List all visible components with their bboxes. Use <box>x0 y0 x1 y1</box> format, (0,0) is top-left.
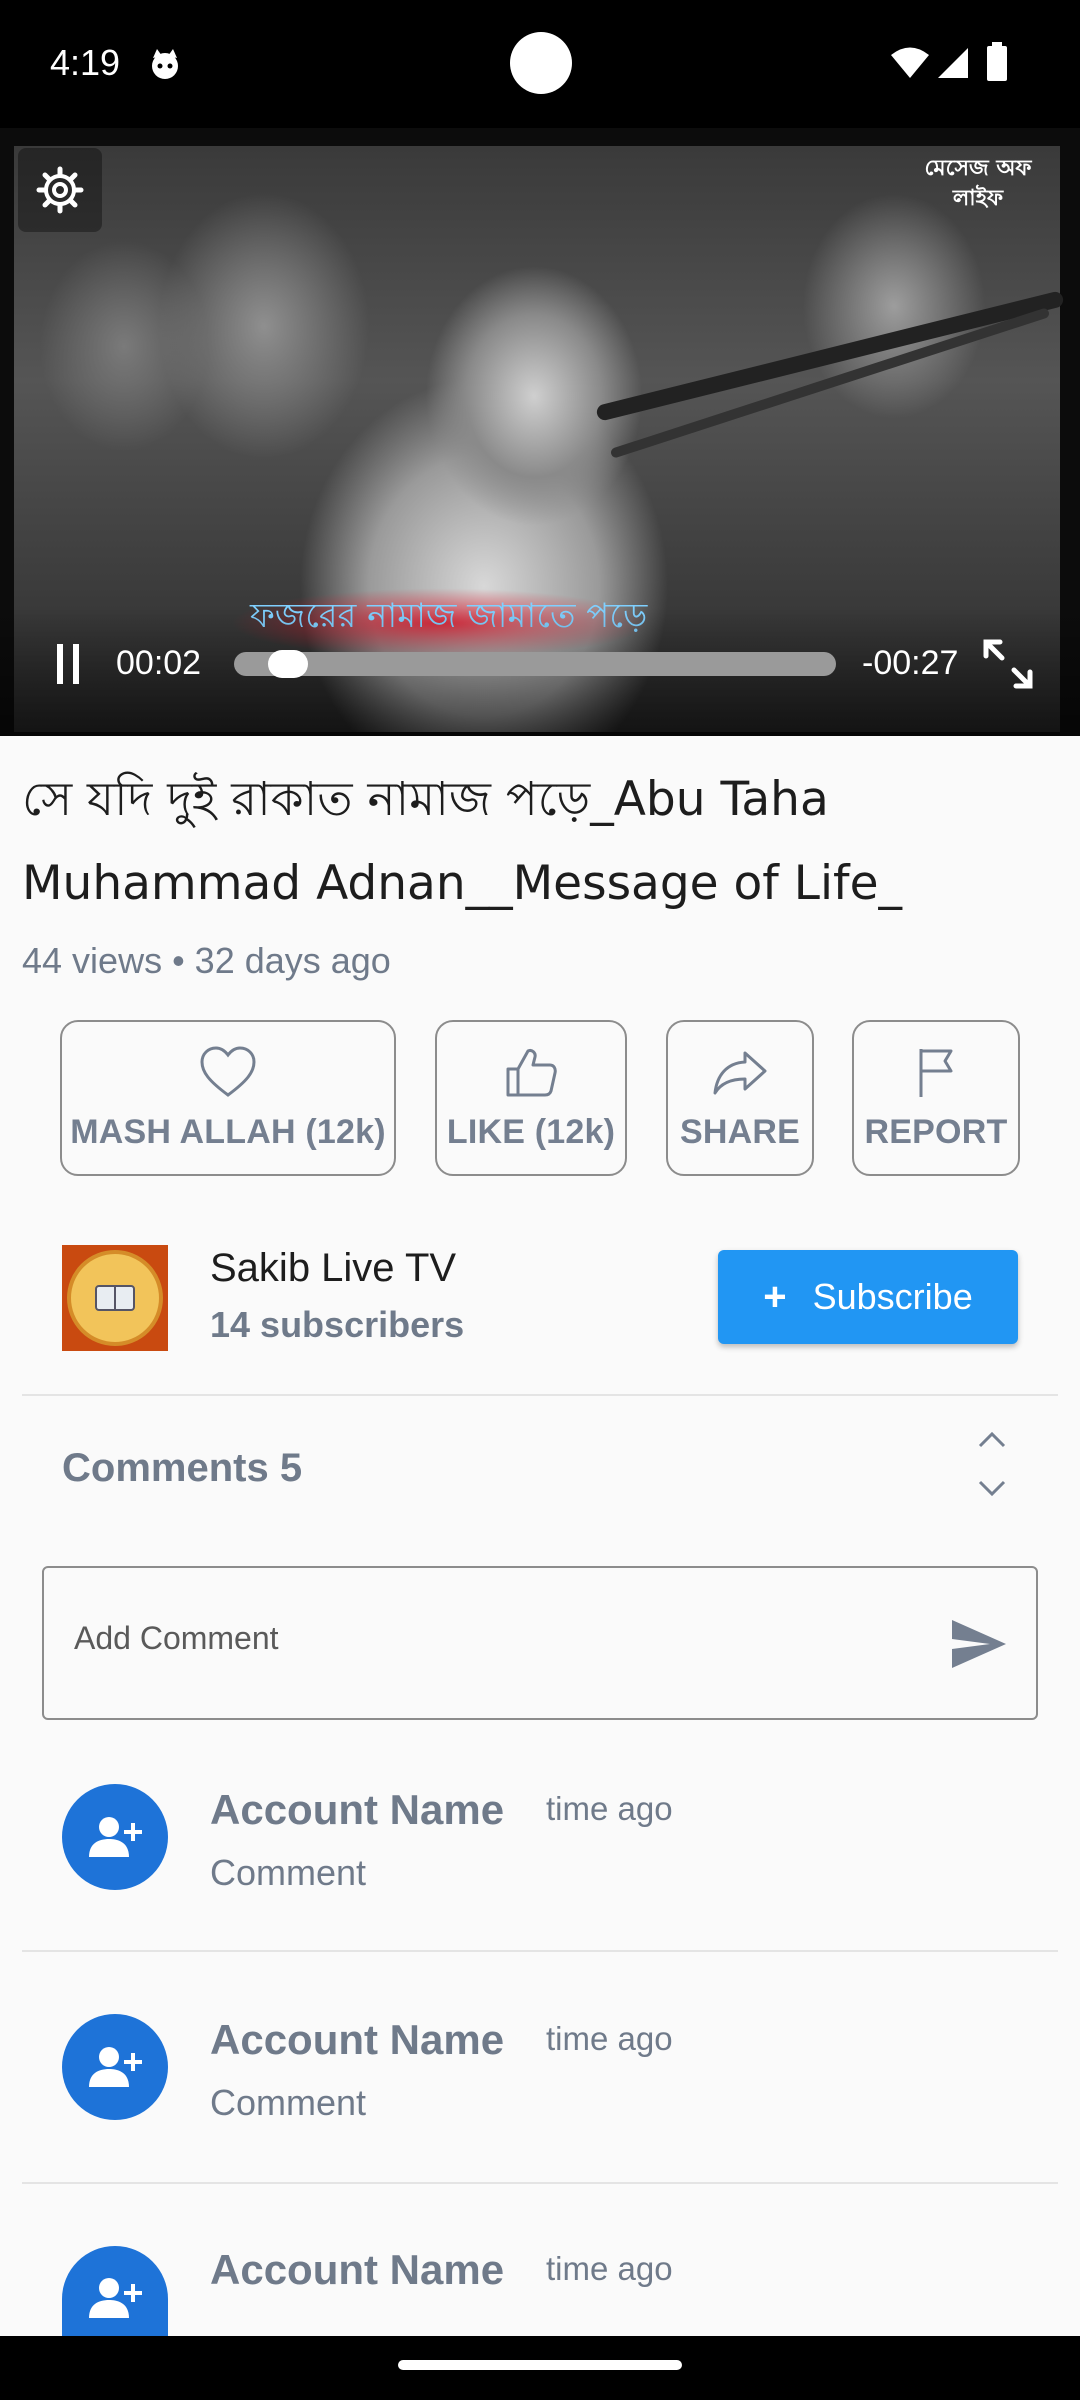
home-gesture-handle[interactable] <box>398 2360 682 2370</box>
camera-cutout <box>510 32 572 94</box>
current-time: 00:02 <box>116 644 202 682</box>
comment-account-name[interactable]: Account Name <box>210 1786 504 1834</box>
mash-allah-label: MASH ALLAH (12k) <box>70 1112 386 1151</box>
chevron-down-icon[interactable] <box>972 1474 1012 1504</box>
like-button[interactable]: LIKE (12k) <box>435 1020 627 1176</box>
mash-allah-button[interactable]: MASH ALLAH (12k) <box>60 1020 396 1176</box>
thumbs-up-icon <box>506 1048 557 1096</box>
cat-notification-icon <box>152 49 178 79</box>
settings-button[interactable] <box>18 148 102 232</box>
channel-subscribers: 14 subscribers <box>210 1304 465 1345</box>
video-watermark-logo: মেসেজ অফ লাইফ <box>924 156 1032 211</box>
divider <box>22 1950 1058 1952</box>
like-label: LIKE (12k) <box>446 1112 616 1151</box>
subscribe-button[interactable]: + Subscribe <box>718 1250 1018 1344</box>
navigation-bar <box>0 2336 1080 2400</box>
seek-thumb[interactable] <box>267 650 308 678</box>
video-meta: 44 views • 32 days ago <box>22 940 391 981</box>
share-label: SHARE <box>679 1112 801 1151</box>
report-button[interactable]: REPORT <box>852 1020 1020 1176</box>
add-person-icon <box>89 2278 142 2318</box>
channel-logo <box>67 1250 163 1346</box>
battery-icon <box>987 42 1007 81</box>
seek-bar[interactable] <box>234 652 836 676</box>
comment-text: Comment <box>210 1852 367 1893</box>
comment-avatar[interactable] <box>62 1784 168 1890</box>
pause-button[interactable] <box>55 644 85 684</box>
send-icon[interactable] <box>948 1616 1010 1672</box>
comment-avatar[interactable] <box>62 2246 168 2336</box>
comment-text: Comment <box>210 2082 367 2123</box>
comments-header: Comments 5 <box>62 1446 303 1490</box>
fullscreen-icon[interactable] <box>980 636 1036 692</box>
flag-icon <box>919 1048 953 1097</box>
subscribe-label: Subscribe <box>812 1276 973 1317</box>
add-comment-field[interactable]: Add Comment <box>42 1566 1038 1720</box>
comment-time: time ago <box>546 2020 673 2057</box>
video-title: সে যদি দুই রাকাত নামাজ পড়ে_Abu Taha Muh… <box>22 772 902 911</box>
share-button[interactable]: SHARE <box>666 1020 814 1176</box>
book-icon <box>95 1285 135 1311</box>
status-bar: 4:19 <box>0 0 1080 128</box>
report-label: REPORT <box>864 1112 1008 1151</box>
comment-account-name[interactable]: Account Name <box>210 2016 504 2064</box>
heart-icon <box>200 1045 256 1097</box>
gear-icon <box>36 166 84 214</box>
divider <box>22 2182 1058 2184</box>
video-player[interactable]: ফজরের নামাজ জামাতে পড়ে মেসেজ অফ লাইফ 00… <box>0 128 1080 736</box>
channel-avatar[interactable] <box>62 1245 168 1351</box>
comment-time: time ago <box>546 1790 673 1827</box>
wifi-icon <box>891 47 929 78</box>
signal-icon <box>938 48 968 78</box>
comment-avatar[interactable] <box>62 2014 168 2120</box>
status-time: 4:19 <box>50 42 121 83</box>
comment-account-name[interactable]: Account Name <box>210 2246 504 2294</box>
add-comment-placeholder: Add Comment <box>74 1620 279 1656</box>
chevron-up-icon[interactable] <box>972 1424 1012 1454</box>
remaining-time: -00:27 <box>862 644 959 682</box>
comment-time: time ago <box>546 2250 673 2287</box>
channel-name[interactable]: Sakib Live TV <box>210 1246 456 1291</box>
plus-icon: + <box>763 1274 787 1319</box>
share-icon <box>713 1051 767 1094</box>
divider <box>22 1394 1058 1396</box>
add-person-icon <box>89 2047 142 2087</box>
add-person-icon <box>89 1817 142 1857</box>
